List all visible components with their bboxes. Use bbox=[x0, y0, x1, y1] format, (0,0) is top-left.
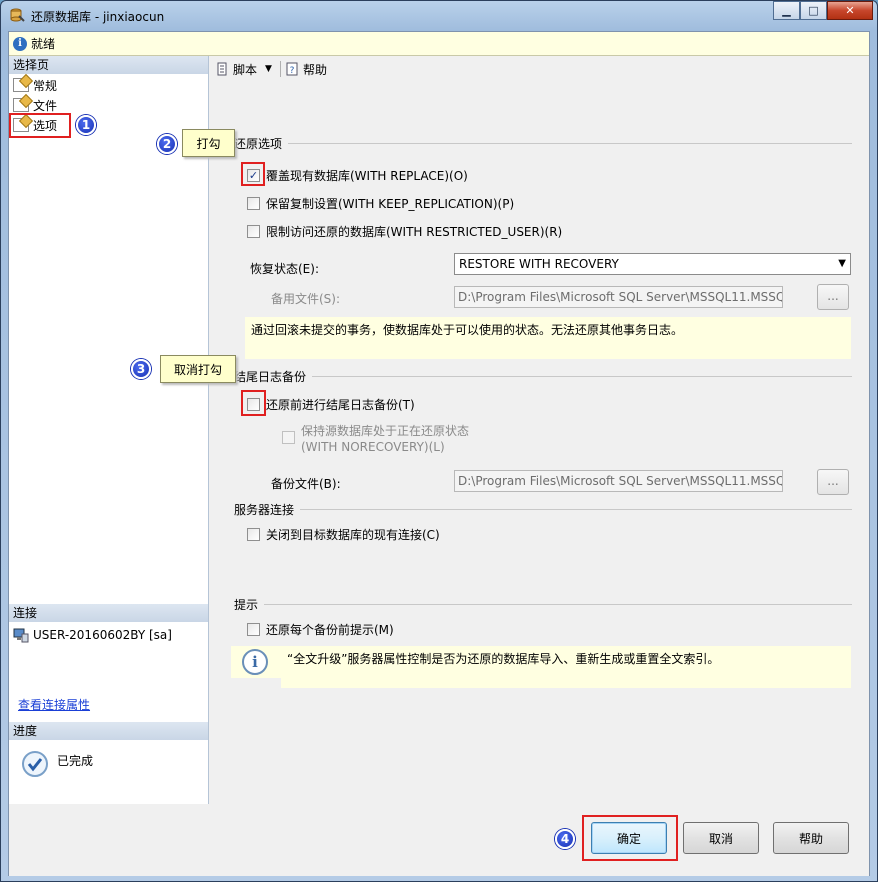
toolbar: 脚本 ▼ ? 帮助 bbox=[209, 56, 869, 82]
recovery-note: 通过回滚未提交的事务，使数据库处于可以使用的状态。无法还原其他事务日志。 bbox=[245, 317, 851, 359]
callout-check: 打勾 bbox=[182, 129, 235, 157]
page-files[interactable]: 文件 bbox=[13, 96, 57, 114]
standby-file-label: 备用文件(S): bbox=[271, 292, 341, 306]
maximize-button[interactable]: □ bbox=[800, 1, 827, 20]
select-page-header: 选择页 bbox=[9, 56, 208, 74]
checkbox-label: 关闭到目标数据库的现有连接(C) bbox=[266, 528, 440, 542]
left-panel: 选择页 常规 文件 选项 1 连接 USER-20160602BY [sa] 查… bbox=[9, 56, 209, 804]
help-icon: ? bbox=[286, 62, 298, 76]
prompt-group: 提示 bbox=[234, 596, 852, 613]
leave-restoring-checkbox bbox=[282, 431, 295, 444]
step-badge-3: 3 bbox=[131, 359, 151, 379]
label-line: (WITH NORECOVERY)(L) bbox=[301, 440, 445, 454]
step-badge-2: 2 bbox=[157, 134, 177, 154]
database-restore-icon bbox=[10, 8, 25, 22]
info-icon: i bbox=[242, 649, 268, 675]
tail-log-checkbox[interactable]: 还原前进行结尾日志备份(T) bbox=[247, 396, 415, 413]
select-value: RESTORE WITH RECOVERY bbox=[459, 257, 619, 271]
restricted-user-checkbox[interactable]: 限制访问还原的数据库(WITH RESTRICTED_USER)(R) bbox=[247, 223, 562, 240]
help-toolbar-button[interactable]: 帮助 bbox=[303, 61, 327, 78]
checkbox-box bbox=[247, 623, 260, 636]
divider bbox=[312, 376, 852, 377]
server-connections-group: 服务器连接 bbox=[234, 501, 852, 518]
checkbox-label: 限制访问还原的数据库(WITH RESTRICTED_USER)(R) bbox=[266, 225, 563, 239]
status-bar: i 就绪 bbox=[9, 32, 869, 56]
standby-browse-button[interactable]: ... bbox=[817, 284, 849, 310]
checkbox-label: 还原前进行结尾日志备份(T) bbox=[266, 398, 415, 412]
callout-uncheck: 取消打勾 bbox=[160, 355, 236, 383]
tail-log-group: 结尾日志备份 bbox=[234, 368, 852, 385]
toolbar-divider bbox=[279, 61, 281, 77]
overwrite-checkbox[interactable]: ✓ 覆盖现有数据库(WITH REPLACE)(O) bbox=[247, 167, 468, 184]
group-title: 服务器连接 bbox=[234, 503, 295, 517]
backup-file-label: 备份文件(B): bbox=[271, 477, 341, 491]
prompt-before-each-checkbox[interactable]: 还原每个备份前提示(M) bbox=[247, 621, 394, 638]
highlight-box-overwrite bbox=[241, 162, 265, 186]
completed-check-icon bbox=[22, 751, 48, 777]
checkbox-label: 还原每个备份前提示(M) bbox=[266, 623, 394, 637]
checkbox-label: 覆盖现有数据库(WITH REPLACE)(O) bbox=[266, 169, 468, 183]
progress-status: 已完成 bbox=[57, 754, 94, 768]
keep-replication-checkbox[interactable]: 保留复制设置(WITH KEEP_REPLICATION)(P) bbox=[247, 195, 514, 212]
page-icon bbox=[13, 98, 29, 112]
backup-browse-button[interactable]: ... bbox=[817, 469, 849, 495]
recovery-state-select[interactable]: RESTORE WITH RECOVERY ▼ bbox=[454, 253, 851, 275]
progress-header: 进度 bbox=[9, 722, 208, 740]
step-badge-1: 1 bbox=[76, 115, 96, 135]
chevron-down-icon[interactable]: ▼ bbox=[265, 64, 272, 74]
fulltext-info-note: “全文升级”服务器属性控制是否为还原的数据库导入、重新生成或重置全文索引。 bbox=[281, 646, 851, 688]
server-name: USER-20160602BY [sa] bbox=[33, 628, 172, 642]
group-title: 还原选项 bbox=[234, 137, 283, 151]
label-line: 保持源数据库处于正在还原状态 bbox=[301, 424, 470, 438]
group-title: 提示 bbox=[234, 598, 259, 612]
main-panel: 脚本 ▼ ? 帮助 还原选项 ✓ 覆盖现有数据库(WITH REPLACE)(O… bbox=[209, 56, 869, 804]
checkbox-label: 保留复制设置(WITH KEEP_REPLICATION)(P) bbox=[266, 197, 515, 211]
connection-server: USER-20160602BY [sa] bbox=[13, 626, 172, 644]
checkbox-box bbox=[247, 197, 260, 210]
backup-file-input[interactable]: D:\Program Files\Microsoft SQL Server\MS… bbox=[454, 470, 783, 492]
page-label: 文件 bbox=[33, 98, 58, 113]
server-icon bbox=[13, 628, 29, 643]
highlight-box-tail-log bbox=[241, 390, 266, 416]
page-label: 常规 bbox=[33, 78, 58, 93]
view-connection-properties-link[interactable]: 查看连接属性 bbox=[18, 696, 90, 713]
close-button[interactable]: ✕ bbox=[827, 1, 873, 20]
step-badge-4: 4 bbox=[555, 829, 575, 849]
help-button[interactable]: 帮助 bbox=[773, 822, 849, 854]
checkbox-box bbox=[247, 528, 260, 541]
dialog-window: 还原数据库 - jinxiaocun ▁ □ ✕ i 就绪 选择页 常规 文件 bbox=[0, 0, 878, 882]
button-bar: 4 确定 取消 帮助 bbox=[9, 804, 869, 876]
divider bbox=[288, 143, 852, 144]
dialog-client: i 就绪 选择页 常规 文件 选项 1 连接 USER-20160602BY [… bbox=[8, 31, 870, 876]
close-connections-checkbox[interactable]: 关闭到目标数据库的现有连接(C) bbox=[247, 526, 440, 543]
script-button[interactable]: 脚本 bbox=[233, 61, 257, 78]
checkbox-box bbox=[282, 431, 295, 444]
group-title: 结尾日志备份 bbox=[234, 370, 307, 384]
cancel-button[interactable]: 取消 bbox=[683, 822, 759, 854]
script-icon bbox=[217, 62, 227, 76]
window-title: 还原数据库 - jinxiaocun bbox=[31, 10, 165, 24]
connection-header: 连接 bbox=[9, 604, 208, 622]
page-icon bbox=[13, 78, 29, 92]
window-controls: ▁ □ ✕ bbox=[773, 1, 873, 20]
leave-restoring-label: 保持源数据库处于正在还原状态 (WITH NORECOVERY)(L) bbox=[301, 423, 469, 455]
checkbox-box bbox=[247, 225, 260, 238]
minimize-button[interactable]: ▁ bbox=[773, 1, 800, 20]
info-icon: i bbox=[13, 36, 27, 51]
highlight-box-options bbox=[9, 113, 71, 138]
page-general[interactable]: 常规 bbox=[13, 76, 57, 94]
title-bar: 还原数据库 - jinxiaocun ▁ □ ✕ bbox=[1, 1, 877, 31]
divider bbox=[300, 509, 852, 510]
restore-options-group: 还原选项 bbox=[234, 135, 852, 152]
highlight-box-ok bbox=[582, 815, 678, 861]
status-text: 就绪 bbox=[31, 37, 56, 51]
svg-text:?: ? bbox=[290, 66, 295, 76]
standby-file-input[interactable]: D:\Program Files\Microsoft SQL Server\MS… bbox=[454, 286, 783, 308]
divider bbox=[264, 604, 852, 605]
chevron-down-icon: ▼ bbox=[838, 258, 846, 269]
recovery-state-label: 恢复状态(E): bbox=[250, 262, 319, 276]
